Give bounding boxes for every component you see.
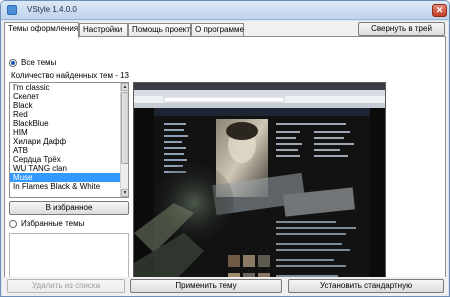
tab-settings[interactable]: Настройки: [79, 23, 128, 37]
list-item[interactable]: Black: [10, 101, 120, 110]
app-window: VStyle 1.4.0.0 ✕ Темы оформления Настрой…: [0, 0, 450, 297]
set-default-theme-button[interactable]: Установить стандартную: [288, 279, 444, 293]
scroll-down-arrow-icon[interactable]: ▼: [121, 189, 128, 197]
tab-themes[interactable]: Темы оформления: [4, 22, 79, 38]
preview-screenshot-icon: [134, 83, 385, 290]
list-item[interactable]: Сердца Трёх: [10, 155, 120, 164]
all-themes-option[interactable]: Все темы: [9, 57, 56, 68]
theme-count-label: Количество найденных тем - 13: [11, 71, 129, 80]
list-item[interactable]: BlackBlue: [10, 119, 120, 128]
favorite-themes-label: Избранные темы: [21, 219, 85, 228]
theme-list-scrollbar[interactable]: ▲ ▼: [120, 83, 128, 197]
scroll-up-arrow-icon[interactable]: ▲: [121, 83, 128, 91]
tab-help-project[interactable]: Помощь проекту: [128, 23, 194, 37]
list-item[interactable]: In Flames Black & White: [10, 182, 120, 191]
theme-list[interactable]: I'm classic Скелет Black Red BlackBlue H…: [9, 82, 129, 198]
remove-from-list-button[interactable]: Удалить из списка: [7, 279, 125, 293]
list-item[interactable]: Red: [10, 110, 120, 119]
scroll-thumb[interactable]: [121, 92, 128, 164]
all-themes-label: Все темы: [21, 58, 57, 67]
tab-about[interactable]: О программе: [191, 23, 244, 37]
all-themes-radio[interactable]: [9, 58, 17, 67]
theme-preview-image: [133, 82, 386, 291]
list-item[interactable]: Хилари Дафф: [10, 137, 120, 146]
app-icon: [7, 5, 17, 15]
title-bar[interactable]: VStyle 1.4.0.0 ✕: [1, 1, 449, 20]
bottom-button-bar: Удалить из списка Применить тему Установ…: [2, 277, 448, 296]
favorite-themes-option[interactable]: Избранные темы: [9, 218, 84, 229]
list-item[interactable]: ATB: [10, 146, 120, 155]
client-area: Темы оформления Настройки Помощь проекту…: [2, 21, 448, 296]
list-item[interactable]: Скелет: [10, 92, 120, 101]
window-title: VStyle 1.4.0.0: [27, 5, 77, 14]
themes-tab-panel: Все темы Количество найденных тем - 13 I…: [4, 36, 446, 294]
list-item[interactable]: WU TANG clan: [10, 164, 120, 173]
list-item[interactable]: I'm classic: [10, 83, 120, 92]
list-item-selected[interactable]: Muse: [10, 173, 120, 182]
favorite-themes-radio[interactable]: [9, 219, 17, 228]
theme-list-items: I'm classic Скелет Black Red BlackBlue H…: [10, 83, 120, 191]
close-button[interactable]: ✕: [432, 4, 447, 17]
add-to-favorites-button[interactable]: В избранное: [9, 201, 129, 215]
apply-theme-button[interactable]: Применить тему: [130, 279, 282, 293]
minimize-to-tray-button[interactable]: Свернуть в трей: [358, 22, 445, 36]
list-item[interactable]: HIM: [10, 128, 120, 137]
